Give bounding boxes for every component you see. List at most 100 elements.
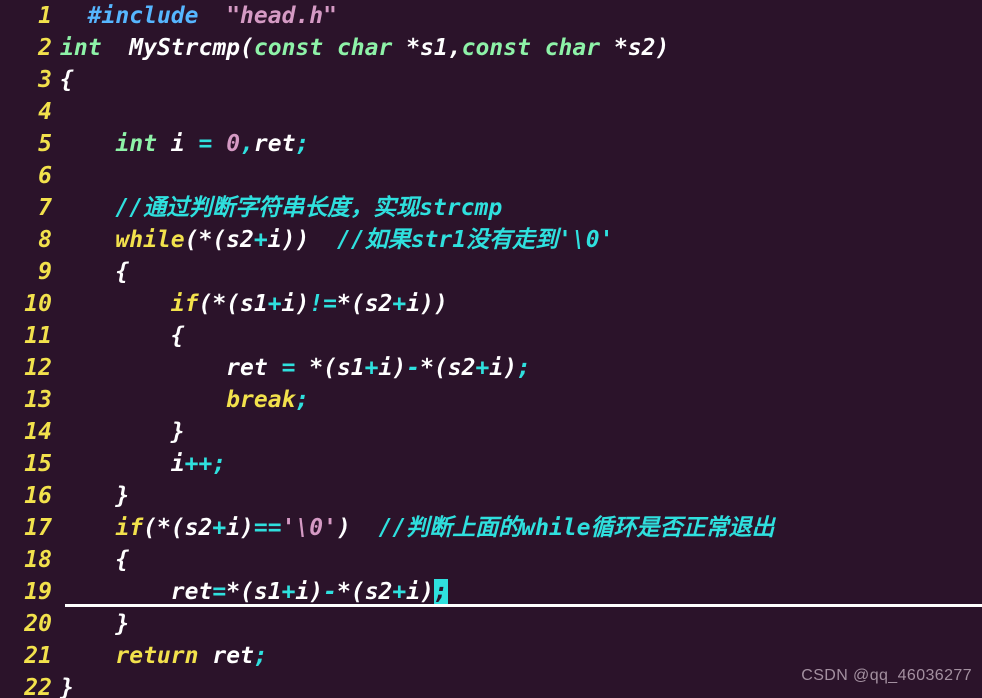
code-token: int bbox=[115, 131, 157, 157]
code-token: i bbox=[156, 131, 199, 157]
line-number: 4 bbox=[38, 99, 52, 125]
line-content[interactable]: break; bbox=[52, 384, 982, 416]
code-token: ; bbox=[517, 355, 531, 381]
code-line[interactable]: 8 while(*(s2+i)) //如果str1没有走到'\0' bbox=[0, 224, 982, 256]
text-cursor[interactable]: ; bbox=[433, 579, 448, 605]
code-token: ret bbox=[212, 643, 254, 669]
code-token: ; bbox=[253, 643, 268, 669]
code-line[interactable]: 13 break; bbox=[0, 384, 982, 416]
code-line[interactable]: 16 } bbox=[0, 480, 982, 512]
code-token: { bbox=[115, 259, 130, 285]
code-line[interactable]: 14 } bbox=[0, 416, 982, 448]
line-content[interactable]: { bbox=[52, 544, 982, 576]
code-token: MyStrcmp( bbox=[129, 35, 254, 61]
code-line[interactable]: 6 bbox=[0, 160, 982, 192]
line-number: 6 bbox=[38, 163, 52, 189]
line-content[interactable]: { bbox=[52, 64, 982, 96]
code-line[interactable]: 4 bbox=[0, 96, 982, 128]
line-content[interactable]: } bbox=[52, 416, 982, 448]
code-line-active[interactable]: 19 ret=*(s1+i)-*(s2+i); bbox=[0, 576, 982, 608]
line-number: 14 bbox=[24, 419, 52, 445]
line-content[interactable]: if(*(s2+i)=='\0') //判断上面的while循环是否正常退出 bbox=[52, 512, 982, 544]
code-token: i) bbox=[406, 579, 434, 605]
line-content[interactable]: while(*(s2+i)) //如果str1没有走到'\0' bbox=[52, 224, 982, 256]
line-number: 11 bbox=[24, 323, 52, 349]
line-number: 22 bbox=[24, 675, 52, 698]
code-token: *(s2 bbox=[337, 579, 393, 605]
code-editor[interactable]: 1 #include "head.h" 2 int MyStrcmp(const… bbox=[0, 0, 982, 698]
code-token: return bbox=[115, 643, 199, 669]
code-line[interactable]: 15 i++; bbox=[0, 448, 982, 480]
line-number: 2 bbox=[38, 35, 52, 61]
code-line[interactable]: 1 #include "head.h" bbox=[0, 0, 982, 32]
code-line[interactable]: 10 if(*(s1+i)!=*(s2+i)) bbox=[0, 288, 982, 320]
code-token: ; bbox=[212, 451, 227, 477]
line-number: 21 bbox=[24, 643, 52, 669]
line-content[interactable]: } bbox=[52, 480, 982, 512]
code-token: - bbox=[323, 579, 337, 605]
code-line[interactable]: 9 { bbox=[0, 256, 982, 288]
code-token: //判断上面的while循环是否正常退出 bbox=[378, 515, 775, 541]
code-token: + bbox=[392, 291, 407, 317]
code-line[interactable]: 20 } bbox=[0, 608, 982, 640]
code-line[interactable]: 11 { bbox=[0, 320, 982, 352]
code-token: '\0' bbox=[281, 515, 337, 541]
code-token: *(s1 bbox=[295, 355, 365, 381]
line-content[interactable]: { bbox=[52, 320, 982, 352]
code-token: while bbox=[115, 227, 185, 253]
code-token: , bbox=[240, 131, 254, 157]
line-number: 1 bbox=[38, 3, 52, 29]
code-token: (*(s2 bbox=[184, 227, 254, 253]
code-token: int bbox=[60, 35, 102, 61]
code-token: ret bbox=[253, 131, 296, 157]
line-content[interactable]: if(*(s1+i)!=*(s2+i)) bbox=[52, 288, 982, 320]
code-token: *s2) bbox=[600, 35, 670, 61]
line-number: 13 bbox=[24, 387, 52, 413]
line-content[interactable]: #include "head.h" bbox=[52, 0, 982, 32]
code-token: ) bbox=[337, 515, 351, 541]
line-content[interactable]: int i = 0,ret; bbox=[52, 128, 982, 160]
line-content[interactable]: int MyStrcmp(const char *s1,const char *… bbox=[52, 32, 982, 64]
code-token: "head.h" bbox=[226, 3, 337, 29]
code-token: + bbox=[475, 355, 490, 381]
code-line[interactable]: 7 //通过判断字符串长度，实现strcmp bbox=[0, 192, 982, 224]
line-content[interactable]: } bbox=[52, 608, 982, 640]
line-number: 20 bbox=[24, 611, 52, 637]
code-line[interactable]: 18 { bbox=[0, 544, 982, 576]
code-line[interactable]: 17 if(*(s2+i)=='\0') //判断上面的while循环是否正常退… bbox=[0, 512, 982, 544]
line-number: 3 bbox=[38, 67, 52, 93]
code-line[interactable]: 12 ret = *(s1+i)-*(s2+i); bbox=[0, 352, 982, 384]
line-content[interactable]: { bbox=[52, 256, 982, 288]
line-content[interactable]: //通过判断字符串长度，实现strcmp bbox=[52, 192, 982, 224]
code-line[interactable]: 2 int MyStrcmp(const char *s1,const char… bbox=[0, 32, 982, 64]
code-token: i) bbox=[378, 355, 407, 381]
line-number: 12 bbox=[24, 355, 52, 381]
code-token: *(s2 bbox=[337, 291, 393, 317]
code-token: break bbox=[226, 387, 296, 413]
code-token: ret bbox=[170, 579, 213, 605]
code-line[interactable]: 3 { bbox=[0, 64, 982, 96]
line-content[interactable]: ret = *(s1+i)-*(s2+i); bbox=[52, 352, 982, 384]
code-line[interactable]: 5 int i = 0,ret; bbox=[0, 128, 982, 160]
code-token: == bbox=[253, 515, 282, 541]
code-token: ; bbox=[295, 131, 310, 157]
line-number: 7 bbox=[38, 195, 52, 221]
line-content[interactable]: i++; bbox=[52, 448, 982, 480]
code-token: if bbox=[170, 291, 199, 317]
line-number: 8 bbox=[38, 227, 52, 253]
code-line-list: 1 #include "head.h" 2 int MyStrcmp(const… bbox=[0, 0, 982, 698]
code-token: i bbox=[170, 451, 185, 477]
code-token: } bbox=[115, 483, 130, 509]
code-token: i)) bbox=[406, 291, 448, 317]
code-token: (*(s1 bbox=[198, 291, 268, 317]
